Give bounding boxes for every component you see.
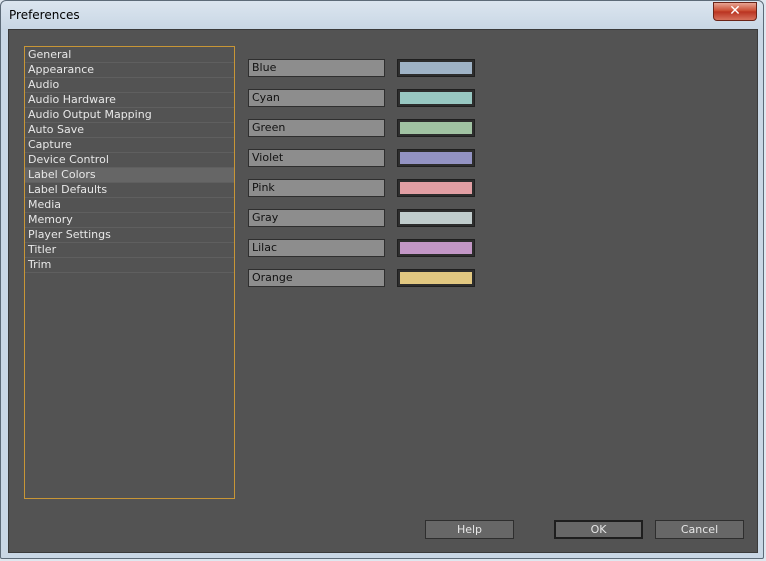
color-swatch-fill <box>400 182 472 194</box>
label-name-field[interactable]: Green <box>248 119 385 137</box>
category-item-player-settings[interactable]: Player Settings <box>25 228 234 243</box>
label-name-field[interactable]: Blue <box>248 59 385 77</box>
ok-button[interactable]: OK <box>554 520 643 539</box>
category-item-label-colors[interactable]: Label Colors <box>25 168 234 183</box>
label-name-field[interactable]: Lilac <box>248 239 385 257</box>
label-name-field[interactable]: Pink <box>248 179 385 197</box>
close-button[interactable]: ✕ <box>713 2 757 21</box>
color-swatch-button[interactable] <box>397 269 475 287</box>
help-button[interactable]: Help <box>425 520 514 539</box>
category-item-appearance[interactable]: Appearance <box>25 63 234 78</box>
category-item-device-control[interactable]: Device Control <box>25 153 234 168</box>
category-item-capture[interactable]: Capture <box>25 138 234 153</box>
label-name-field[interactable]: Violet <box>248 149 385 167</box>
category-item-titler[interactable]: Titler <box>25 243 234 258</box>
category-item-general[interactable]: General <box>25 48 234 63</box>
color-swatch-fill <box>400 272 472 284</box>
color-swatch-fill <box>400 122 472 134</box>
color-swatch-fill <box>400 92 472 104</box>
category-item-audio-output-mapping[interactable]: Audio Output Mapping <box>25 108 234 123</box>
color-swatch-fill <box>400 242 472 254</box>
dialog-content: General Appearance Audio Audio Hardware … <box>8 29 758 553</box>
color-swatch-fill <box>400 212 472 224</box>
label-name-field[interactable]: Cyan <box>248 89 385 107</box>
color-swatch-button[interactable] <box>397 239 475 257</box>
cancel-button[interactable]: Cancel <box>655 520 744 539</box>
title-bar[interactable]: Preferences ✕ <box>1 1 763 29</box>
category-item-memory[interactable]: Memory <box>25 213 234 228</box>
color-swatch-button[interactable] <box>397 89 475 107</box>
preferences-dialog: Preferences ✕ General Appearance Audio A… <box>0 0 764 559</box>
close-icon: ✕ <box>729 3 741 19</box>
category-item-media[interactable]: Media <box>25 198 234 213</box>
label-name-field[interactable]: Orange <box>248 269 385 287</box>
category-item-label-defaults[interactable]: Label Defaults <box>25 183 234 198</box>
color-swatch-button[interactable] <box>397 209 475 227</box>
color-swatch-button[interactable] <box>397 179 475 197</box>
category-list: General Appearance Audio Audio Hardware … <box>24 46 235 499</box>
category-item-audio-hardware[interactable]: Audio Hardware <box>25 93 234 108</box>
color-swatch-fill <box>400 62 472 74</box>
color-swatch-button[interactable] <box>397 59 475 77</box>
category-item-audio[interactable]: Audio <box>25 78 234 93</box>
color-swatch-button[interactable] <box>397 119 475 137</box>
category-item-trim[interactable]: Trim <box>25 258 234 273</box>
window-title: Preferences <box>9 8 80 22</box>
label-name-field[interactable]: Gray <box>248 209 385 227</box>
color-swatch-fill <box>400 152 472 164</box>
category-item-auto-save[interactable]: Auto Save <box>25 123 234 138</box>
color-swatch-button[interactable] <box>397 149 475 167</box>
